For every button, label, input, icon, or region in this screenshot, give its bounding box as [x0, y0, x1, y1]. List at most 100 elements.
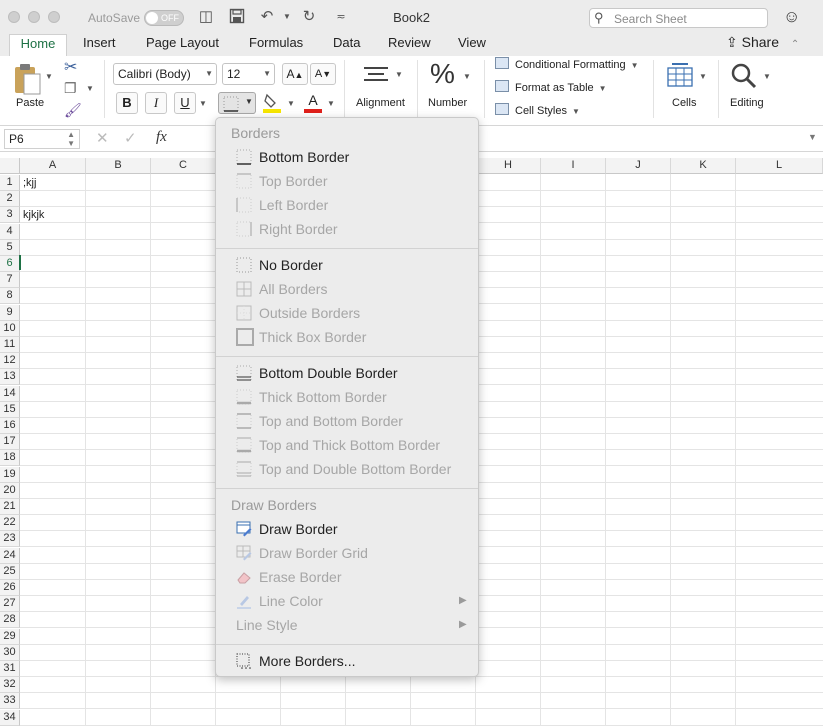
column-header-l[interactable]: L	[736, 158, 823, 174]
row-header-3[interactable]: 3	[0, 207, 20, 224]
insert-function-button[interactable]: fx	[156, 129, 167, 146]
row-header-34[interactable]: 34	[0, 709, 20, 726]
search-input[interactable]	[614, 11, 764, 26]
row-header-31[interactable]: 31	[0, 661, 20, 677]
row-header-28[interactable]: 28	[0, 612, 20, 629]
name-box[interactable]: P6 ▲ ▼	[4, 129, 80, 149]
feedback-smiley-icon[interactable]: ☺	[783, 7, 800, 27]
row-header-6[interactable]: 6	[0, 256, 20, 272]
row-header-24[interactable]: 24	[0, 547, 20, 564]
menu-item-bottom-double-border[interactable]: Bottom Double Border	[259, 364, 398, 384]
paste-button[interactable]	[12, 62, 42, 96]
row-header-8[interactable]: 8	[0, 288, 20, 305]
tab-formulas[interactable]: Formulas	[249, 34, 303, 56]
menu-item-bottom-border[interactable]: Bottom Border	[259, 148, 349, 168]
row-header-7[interactable]: 7	[0, 272, 20, 289]
row-header-1[interactable]: 1	[0, 175, 20, 191]
row-header-32[interactable]: 32	[0, 677, 20, 694]
expand-formula-bar-icon[interactable]: ▼	[808, 132, 817, 142]
column-gridline	[150, 174, 151, 726]
tab-data[interactable]: Data	[333, 34, 360, 56]
column-gridline	[85, 174, 86, 726]
tab-page-layout[interactable]: Page Layout	[146, 34, 219, 56]
underline-dropdown-icon[interactable]: ▼	[199, 99, 207, 108]
column-header-c[interactable]: C	[151, 158, 216, 174]
tab-home[interactable]: Home	[9, 34, 67, 56]
format-painter-icon[interactable]: 🖌	[64, 102, 82, 119]
row-header-22[interactable]: 22	[0, 515, 20, 532]
menu-item-more-borders[interactable]: More Borders...	[259, 652, 355, 672]
row-header-29[interactable]: 29	[0, 628, 20, 645]
font-color-button[interactable]: A	[303, 92, 323, 114]
row-header-10[interactable]: 10	[0, 320, 20, 337]
row-header-26[interactable]: 26	[0, 580, 20, 596]
increase-font-size-button[interactable]: A▲	[282, 63, 308, 85]
copy-icon[interactable]: ❐	[64, 80, 77, 97]
font-size-select[interactable]: 12 ▼	[222, 63, 275, 85]
format-as-table-button[interactable]: Format as Table ▼	[495, 79, 607, 97]
menu-item-no-border[interactable]: No Border	[259, 256, 323, 276]
menu-item-top-and-bottom-border: Top and Bottom Border	[259, 413, 403, 429]
tab-review[interactable]: Review	[388, 34, 431, 56]
enter-icon[interactable]: ✓	[124, 129, 137, 147]
copy-dropdown-icon[interactable]: ▼	[86, 84, 94, 93]
bold-button[interactable]: B	[116, 92, 138, 114]
tab-insert[interactable]: Insert	[83, 34, 116, 56]
row-header-21[interactable]: 21	[0, 499, 20, 515]
conditional-formatting-button[interactable]: Conditional Formatting ▼	[495, 56, 639, 74]
editing-button[interactable]: ▼	[730, 62, 771, 92]
cell-A3[interactable]: kjkjk	[23, 209, 44, 221]
row-header-17[interactable]: 17	[0, 434, 20, 451]
column-header-k[interactable]: K	[671, 158, 736, 174]
select-all-corner[interactable]	[0, 158, 20, 174]
all-borders-icon	[236, 281, 252, 297]
row-header-14[interactable]: 14	[0, 385, 20, 402]
row-header-25[interactable]: 25	[0, 563, 20, 580]
column-header-j[interactable]: J	[606, 158, 671, 174]
alignment-button[interactable]: ▼	[362, 64, 403, 92]
fill-color-dropdown-icon[interactable]: ▼	[287, 99, 295, 108]
row-header-5[interactable]: 5	[0, 239, 20, 256]
collapse-ribbon-icon[interactable]: ⌃	[791, 39, 799, 50]
menu-item-all-borders: All Borders	[259, 281, 328, 297]
row-header-13[interactable]: 13	[0, 369, 20, 386]
row-header-30[interactable]: 30	[0, 644, 20, 661]
cell-A1[interactable]: ;kjj	[23, 177, 36, 189]
search-box[interactable]: ⚲	[589, 8, 768, 28]
row-header-18[interactable]: 18	[0, 450, 20, 467]
column-header-h[interactable]: H	[476, 158, 541, 174]
row-header-33[interactable]: 33	[0, 693, 20, 710]
number-dropdown-icon[interactable]: ▼	[463, 72, 471, 81]
cells-button[interactable]: ▼	[666, 62, 707, 92]
menu-item-draw-border[interactable]: Draw Border	[259, 520, 338, 540]
tab-view[interactable]: View	[458, 34, 486, 56]
row-header-15[interactable]: 15	[0, 401, 20, 418]
cut-icon[interactable]: ✂	[64, 57, 77, 77]
row-header-11[interactable]: 11	[0, 337, 20, 353]
row-header-27[interactable]: 27	[0, 596, 20, 613]
row-header-19[interactable]: 19	[0, 466, 20, 483]
column-header-i[interactable]: I	[541, 158, 606, 174]
borders-button[interactable]: ▼	[218, 92, 256, 114]
cell-styles-button[interactable]: Cell Styles ▼	[495, 102, 580, 120]
row-header-16[interactable]: 16	[0, 418, 20, 434]
font-name-select[interactable]: Calibri (Body) ▼	[113, 63, 217, 85]
column-header-a[interactable]: A	[20, 158, 86, 174]
fill-color-icon[interactable]	[262, 92, 282, 114]
italic-button[interactable]: I	[145, 92, 167, 114]
decrease-font-size-button[interactable]: A▼	[310, 63, 336, 85]
share-button[interactable]: ⇪ Share ⌃	[726, 34, 799, 51]
row-header-12[interactable]: 12	[0, 353, 20, 370]
editing-dropdown-icon: ▼	[763, 72, 771, 81]
row-header-23[interactable]: 23	[0, 531, 20, 548]
row-header-4[interactable]: 4	[0, 223, 20, 240]
underline-button[interactable]: U	[174, 92, 196, 114]
column-header-b[interactable]: B	[86, 158, 151, 174]
row-header-9[interactable]: 9	[0, 304, 20, 321]
font-color-dropdown-icon[interactable]: ▼	[327, 99, 335, 108]
row-header-2[interactable]: 2	[0, 191, 20, 208]
row-header-20[interactable]: 20	[0, 482, 20, 499]
paste-dropdown-icon[interactable]: ▼	[45, 72, 53, 81]
percent-icon[interactable]: %	[430, 58, 455, 90]
cancel-icon[interactable]: ✕	[96, 129, 109, 147]
